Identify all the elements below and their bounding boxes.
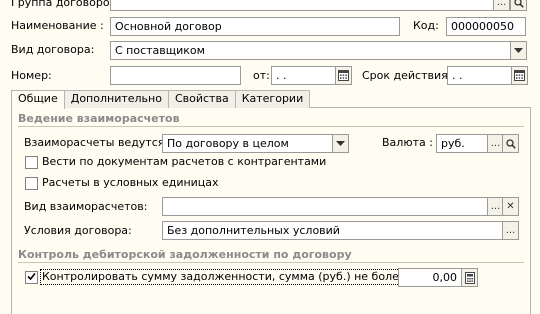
settlements-dropdown-button[interactable]: [332, 134, 349, 153]
calendar-icon: [338, 70, 349, 81]
group-label: Группа договоров:: [11, 0, 120, 9]
number-label: Номер:: [11, 69, 52, 82]
tab-properties[interactable]: Свойства: [167, 90, 236, 108]
type-select[interactable]: С поставщиком: [110, 41, 511, 60]
debt-limit-input[interactable]: 0,00: [398, 268, 462, 287]
validity-date-input[interactable]: . .: [447, 66, 512, 85]
tab-bar: Общие Дополнительно Свойства Категории: [11, 90, 311, 109]
terms-input[interactable]: Без дополнительных условий: [162, 221, 503, 240]
name-label: Наименование :: [11, 19, 104, 32]
calculator-icon: [464, 271, 475, 284]
terms-label: Условия договора:: [24, 224, 132, 237]
terms-select-button[interactable]: ...: [502, 221, 519, 240]
checkmark-icon: [27, 271, 36, 284]
chevron-down-icon: [336, 140, 345, 147]
debt-control-checkbox[interactable]: [25, 271, 38, 284]
number-input[interactable]: [110, 66, 241, 85]
from-calendar-button[interactable]: [335, 66, 352, 85]
section-settlements-title: Ведение взаиморасчетов: [18, 112, 180, 125]
tab-additional[interactable]: Дополнительно: [63, 90, 169, 108]
section-debt-control-title: Контроль дебиторской задолженности по до…: [18, 248, 352, 261]
group-select-button[interactable]: ...: [493, 0, 510, 11]
from-date-input[interactable]: . .: [271, 66, 336, 85]
section-divider: [18, 262, 524, 263]
validity-label: Срок действия:: [362, 69, 452, 82]
chevron-down-icon: [514, 47, 523, 54]
tab-categories[interactable]: Категории: [234, 90, 311, 108]
units-checkbox-label[interactable]: Расчеты в условных единицах: [42, 176, 219, 190]
name-input[interactable]: Основной договор: [110, 17, 400, 36]
group-open-button[interactable]: [510, 0, 527, 11]
debt-limit-calculator-button[interactable]: [461, 268, 478, 287]
group-input[interactable]: [110, 0, 511, 11]
tab-general[interactable]: Общие: [11, 90, 65, 109]
units-checkbox[interactable]: [25, 177, 38, 190]
settlements-label: Взаиморасчеты ведутся:: [24, 136, 169, 149]
code-label: Код:: [413, 19, 439, 32]
contract-form: Группа договоров: ... Наименование : Осн…: [0, 0, 540, 314]
search-icon: [513, 0, 524, 8]
calendar-icon: [514, 70, 525, 81]
settlement-kind-input[interactable]: [162, 197, 488, 216]
docs-checkbox-label[interactable]: Вести по документам расчетов с контраген…: [42, 155, 326, 169]
type-label: Вид договора:: [11, 43, 95, 56]
settlements-select[interactable]: По договору в целом: [162, 134, 333, 153]
search-icon: [505, 138, 516, 149]
close-icon: ✕: [506, 200, 515, 212]
currency-input[interactable]: руб.: [436, 134, 488, 153]
validity-calendar-button[interactable]: [511, 66, 528, 85]
settlement-kind-label: Вид взаиморасчетов:: [24, 200, 148, 213]
section-divider: [18, 126, 524, 127]
docs-checkbox[interactable]: [25, 156, 38, 169]
code-input[interactable]: 000000050: [446, 17, 526, 36]
currency-open-button[interactable]: [502, 134, 519, 153]
currency-label: Валюта :: [382, 136, 433, 149]
from-label: от:: [253, 69, 270, 82]
debt-control-checkbox-label[interactable]: Контролировать сумму задолженности, сумм…: [40, 269, 408, 285]
settlement-kind-clear-button[interactable]: ✕: [502, 197, 519, 216]
type-dropdown-button[interactable]: [510, 41, 527, 60]
